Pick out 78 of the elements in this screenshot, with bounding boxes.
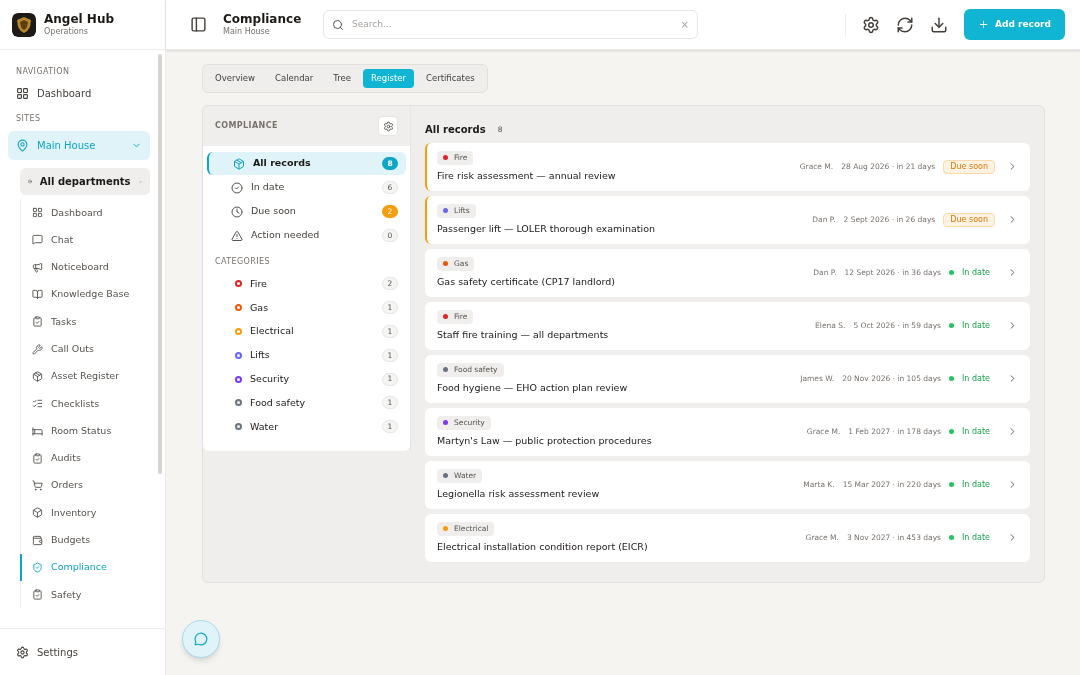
record-title: Fire risk assessment — annual review: [437, 168, 617, 183]
status-badge: Due soon: [943, 212, 995, 227]
page-title: Compliance: [223, 12, 303, 27]
clipboard-icon: [32, 316, 43, 328]
settings-icon[interactable]: [862, 15, 881, 34]
nav-item[interactable]: Dashboard: [20, 199, 150, 227]
nav-item[interactable]: Asset Register: [20, 362, 150, 391]
nav-item[interactable]: Chat: [20, 226, 150, 254]
wrench-icon: [32, 343, 43, 355]
nav-item[interactable]: Tasks: [20, 308, 150, 336]
sidebar-toggle-icon[interactable]: [190, 16, 207, 33]
status-label: In date: [962, 319, 990, 332]
action-filter-icon: [231, 229, 243, 242]
status-label: In date: [962, 425, 990, 438]
records-title: All records: [425, 123, 486, 137]
grid-icon: [32, 207, 43, 219]
chat-icon: [32, 234, 43, 246]
nav-item[interactable]: Inventory: [20, 499, 150, 527]
megaphone-icon: [32, 261, 43, 273]
refresh-icon[interactable]: [896, 15, 915, 34]
package-icon: [32, 370, 43, 382]
bed-icon: [32, 425, 43, 437]
shield-logo-icon: [12, 12, 36, 37]
nav-item[interactable]: Call Outs: [20, 335, 150, 363]
grid-icon: [16, 87, 29, 100]
section-label: SITES: [15, 113, 42, 125]
tab[interactable]: Certificates: [418, 69, 483, 88]
nav-item[interactable]: Audits: [20, 444, 150, 472]
book-icon: [32, 289, 43, 301]
section-label: NAVIGATION: [15, 66, 71, 78]
settings-nav-item[interactable]: Settings: [0, 628, 165, 675]
settings-icon: [16, 645, 29, 659]
nav-item[interactable]: Noticeboard: [20, 253, 150, 281]
settings-icon: [382, 120, 394, 132]
panel-title: COMPLIANCE: [215, 120, 278, 132]
wallet-icon: [32, 534, 43, 546]
shield-icon: [32, 562, 43, 573]
tab[interactable]: Calendar: [267, 69, 322, 88]
panel-settings-button[interactable]: [378, 116, 398, 136]
status-label: In date: [962, 478, 990, 491]
record-title: Legionella risk assessment review: [437, 486, 601, 501]
tab[interactable]: Overview: [207, 69, 264, 88]
pin-icon: [16, 139, 29, 152]
tab[interactable]: Tree: [325, 69, 359, 88]
nav-item[interactable]: Knowledge Base: [20, 280, 150, 309]
nav-item[interactable]: Room Status: [20, 417, 150, 445]
status-label: In date: [962, 372, 990, 385]
plus-icon: [978, 19, 990, 30]
scrollbar[interactable]: [158, 54, 162, 474]
record-title: Passenger lift — LOLER thorough examination: [437, 221, 656, 236]
status-label: In date: [962, 531, 990, 544]
record-title: Food hygiene — EHO action plan review: [437, 380, 629, 395]
status-label: In date: [962, 266, 990, 279]
chat-icon: [194, 632, 208, 646]
cart-icon: [32, 480, 43, 492]
record-title: Martyn's Law — public protection procedures: [437, 433, 653, 448]
app-name: Angel Hub: [44, 12, 115, 27]
clipboard-icon: [32, 452, 43, 464]
nav-item[interactable]: Budgets: [20, 526, 150, 554]
minus-circle-icon: [28, 176, 32, 187]
department-selector[interactable]: All departments: [20, 168, 150, 195]
app-subtitle: Operations: [44, 27, 89, 37]
nav-item[interactable]: Safety: [20, 581, 150, 609]
box-icon: [32, 507, 43, 519]
download-icon[interactable]: [930, 15, 949, 34]
nav-item[interactable]: Dashboard: [8, 78, 150, 109]
nav-item[interactable]: Checklists: [20, 390, 150, 418]
record-title: Gas safety certificate (CP17 landlord): [437, 274, 617, 289]
search-icon: [332, 18, 344, 31]
record-title: Staff fire training — all departments: [437, 327, 610, 342]
all-filter-icon: [233, 157, 245, 170]
page-subtitle: Main House: [223, 27, 271, 37]
nav-item[interactable]: Orders: [20, 471, 150, 500]
record-title: Electrical installation condition report (EICR): [437, 539, 649, 554]
clipboard-icon: [32, 589, 43, 601]
status-badge: Due soon: [943, 159, 995, 174]
list-icon: [32, 398, 43, 410]
section-label: CATEGORIES: [214, 256, 271, 268]
